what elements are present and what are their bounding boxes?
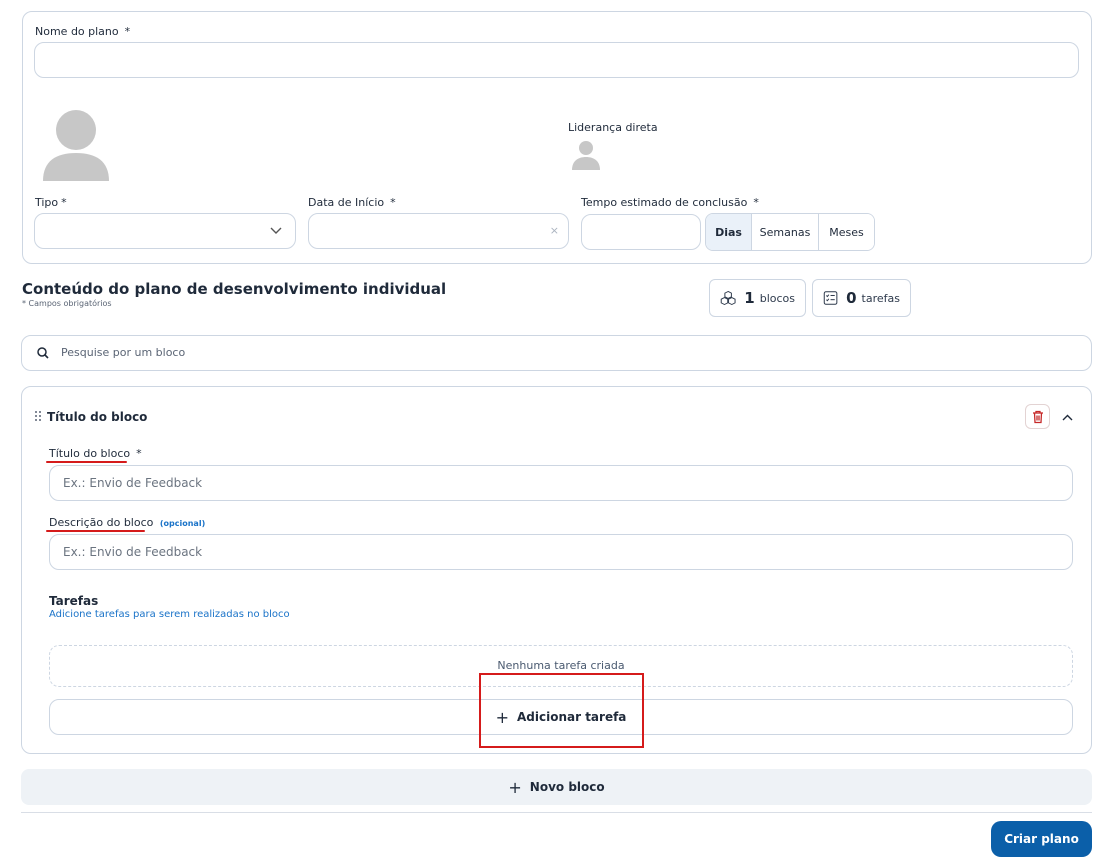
tasks-count-label: tarefas	[861, 291, 900, 305]
search-placeholder: Pesquise por um bloco	[61, 346, 186, 359]
block-title-label: Título do bloco *	[49, 447, 142, 460]
required-fields-note: * Campos obrigatórios	[22, 299, 112, 308]
unit-days-button[interactable]: Dias	[706, 214, 752, 250]
plan-name-label: Nome do plano *	[35, 25, 131, 38]
start-date-label: Data de Início *	[308, 196, 396, 209]
plus-icon: +	[508, 777, 522, 797]
create-plan-button[interactable]: Criar plano	[991, 821, 1092, 857]
tasks-count: 0	[846, 289, 857, 307]
estimated-time-input[interactable]	[581, 214, 701, 250]
chevron-down-icon	[270, 227, 282, 234]
block-title-input[interactable]: Ex.: Envio de Feedback	[49, 465, 1073, 501]
unit-weeks-button[interactable]: Semanas	[752, 214, 819, 250]
unit-months-button[interactable]: Meses	[819, 214, 874, 250]
clear-icon[interactable]: ×	[550, 224, 559, 237]
empty-tasks-text: Nenhuma tarefa criada	[497, 659, 625, 672]
optional-tag: (opcional)	[159, 519, 206, 528]
start-date-input[interactable]: ×	[308, 213, 569, 249]
estimated-time-label: Tempo estimado de conclusão *	[581, 196, 759, 209]
trash-icon	[1032, 410, 1043, 423]
block-header-title: Título do bloco	[47, 410, 148, 424]
block-description-label: Descrição do bloco (opcional)	[49, 516, 206, 529]
block-search-field[interactable]: Pesquise por um bloco	[21, 335, 1092, 371]
time-unit-toggle: Dias Semanas Meses	[705, 213, 875, 251]
tasks-heading: Tarefas	[49, 594, 99, 608]
type-label: Tipo *	[35, 196, 67, 209]
block-description-input[interactable]: Ex.: Envio de Feedback	[49, 534, 1073, 570]
divider	[21, 812, 1092, 813]
annotation-underline	[46, 461, 127, 463]
leader-avatar-icon[interactable]	[571, 140, 601, 170]
blocks-counter: 1 blocos	[709, 279, 806, 317]
blocks-count: 1	[744, 289, 755, 307]
block-description-placeholder: Ex.: Envio de Feedback	[63, 545, 203, 559]
leadership-label: Liderança direta	[568, 121, 658, 134]
type-select[interactable]	[34, 213, 296, 249]
chevron-up-icon[interactable]	[1062, 414, 1073, 421]
content-title: Conteúdo do plano de desenvolvimento ind…	[22, 280, 447, 298]
cubes-icon	[720, 290, 736, 306]
annotation-highlight-box	[479, 673, 644, 748]
tasks-subtitle: Adicione tarefas para serem realizadas n…	[49, 609, 290, 620]
blocks-count-label: blocos	[759, 291, 795, 305]
annotation-underline	[46, 530, 145, 532]
search-icon	[37, 347, 49, 359]
drag-handle-icon[interactable]	[34, 410, 42, 422]
tasks-counter: 0 tarefas	[812, 279, 911, 317]
delete-block-button[interactable]	[1025, 404, 1050, 429]
checklist-icon	[823, 291, 838, 305]
new-block-button[interactable]: + Novo bloco	[21, 769, 1092, 805]
avatar-icon[interactable]	[42, 109, 110, 181]
plan-name-input[interactable]	[34, 42, 1079, 78]
block-title-placeholder: Ex.: Envio de Feedback	[63, 476, 203, 490]
